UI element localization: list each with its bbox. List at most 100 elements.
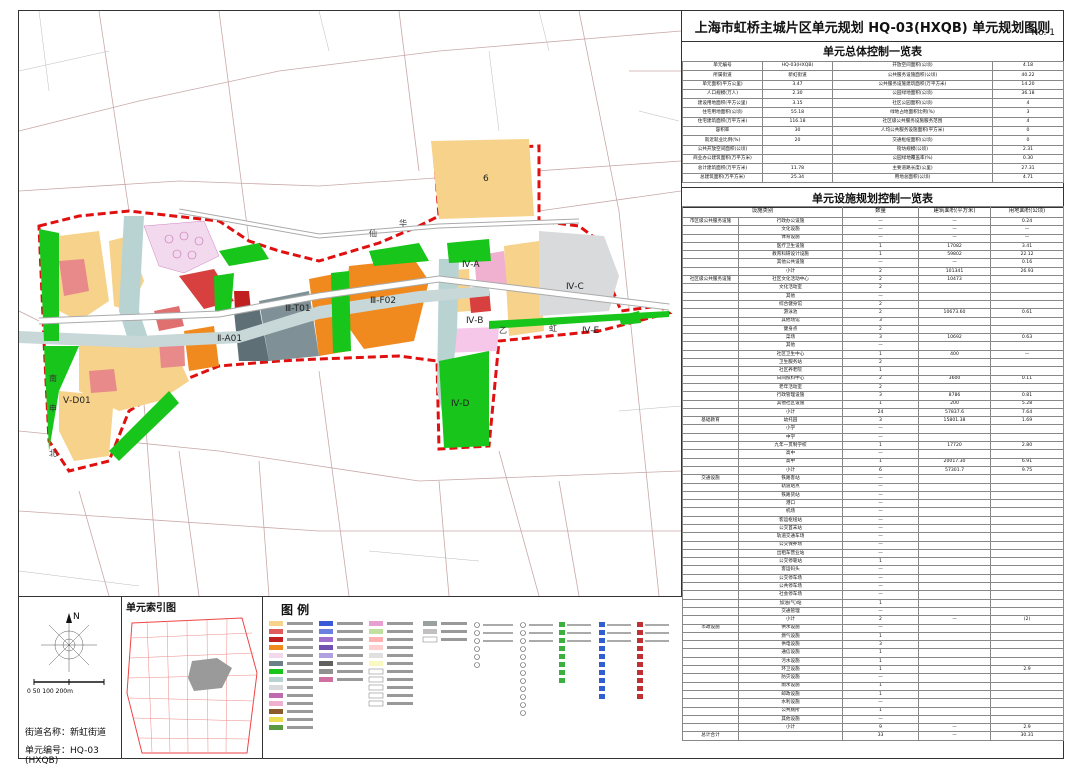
table-cell: 市政设施 [682, 623, 739, 633]
legend-col-4 [422, 621, 438, 643]
table-cell: 单元编号 [682, 60, 763, 72]
table-cell: 客运枢纽站 [737, 515, 844, 526]
table-cell: 101341 [918, 266, 992, 277]
table-header-row: 设施类别 数量 建筑面积(平方米) 用地面积(公顷) [681, 206, 1065, 218]
legend-col-2 [319, 621, 333, 682]
planning-map[interactable]: 6 Ⅲ-F02 Ⅲ-T01 Ⅱ-A01 Ⅳ-A Ⅳ-B Ⅳ-C Ⅳ-D Ⅳ-E … [19, 11, 682, 597]
table-cell: 机场 [737, 507, 844, 517]
table-cell: 铁路货站 [737, 490, 844, 501]
compass-panel: N 0 50 100 200m 街道名称：新虹街道 单元编号：HQ-03 (HX… [19, 597, 122, 766]
table-cell: — [842, 258, 920, 268]
table-row: 行政管理设施 3 8786 0.81 [682, 391, 1065, 401]
table-cell: 街坊规模(公顷) [832, 144, 993, 155]
table-cell: 水利设施 [737, 698, 844, 708]
table-cell: — [990, 233, 1065, 243]
table-cell [762, 153, 833, 165]
table-cell [682, 573, 739, 584]
table-cell: — [842, 590, 920, 600]
table-cell: 加油(气)站 [737, 598, 844, 608]
table-cell: 雨水设施 [737, 681, 844, 691]
table-cell: 200 [918, 399, 992, 409]
table-cell: 医疗卫生设施 [737, 241, 844, 252]
table-cell [682, 449, 739, 459]
table-cell [918, 714, 992, 725]
table-cell [682, 490, 739, 501]
table-cell: 2 [842, 266, 920, 277]
zone-label: Ⅳ-E [582, 326, 600, 336]
table-row: 九年一贯制学校 1 17720 2.80 [682, 440, 1065, 451]
table-cell: 环卫设施 [737, 665, 844, 675]
table-row: 中学 — [682, 432, 1065, 443]
table-cell [990, 689, 1065, 700]
table-row: 客运枢纽站 — [682, 515, 1065, 526]
table-row: 公共厕所 1 [682, 706, 1065, 716]
table-cell [682, 499, 739, 509]
table-cell: 九年一贯制学校 [737, 440, 844, 451]
zone-green[interactable] [214, 273, 234, 311]
table-row: 其他 — [682, 291, 1065, 301]
table-cell: 3.47 [762, 79, 833, 90]
zone-unassigned[interactable] [539, 231, 619, 316]
table-cell [918, 324, 992, 335]
table-row: 社会停车场 — [682, 590, 1065, 600]
table-cell: — [842, 673, 920, 683]
table-cell: 公共开放空间面积(公顷) [682, 144, 763, 155]
index-map[interactable] [122, 613, 262, 758]
table-cell: 36.18 [992, 88, 1064, 100]
table-cell: 20017.30 [918, 457, 992, 467]
table-cell: 所属街道 [682, 70, 763, 81]
table-cell: 高中 [737, 457, 844, 467]
table-cell: 行政管理设施 [737, 391, 844, 401]
table-row: 总计合计 33—30.31 [682, 731, 1065, 741]
table-row: 其他 — [682, 341, 1065, 351]
table-cell: 综合健身馆 [737, 299, 844, 310]
table-row: 邮政设施 1 [682, 689, 1065, 700]
table-cell: 25.34 [762, 172, 833, 183]
table-cell: 8786 [918, 391, 992, 401]
table-cell: 30.31 [990, 731, 1065, 741]
zone-label: Ⅳ-C [566, 282, 584, 292]
overview-table-title: 单元总体控制一览表 [682, 41, 1063, 62]
table-cell: 3600 [918, 374, 992, 384]
table-cell [682, 689, 739, 700]
table-cell: 小计 [737, 465, 844, 476]
table-row: 公交停车场 — [682, 573, 1065, 584]
table-cell: 9 [842, 723, 920, 733]
table-cell [682, 391, 739, 401]
zone-green[interactable] [331, 271, 351, 353]
table-cell: 20 [762, 135, 833, 146]
table-cell [918, 565, 992, 575]
table-cell: 1 [842, 648, 920, 658]
table-row: 文化设施 — — — [682, 225, 1065, 235]
table-row: 所属街道 新虹街道 公共服务设施面积(公顷) 40.22 [682, 70, 1064, 81]
table-cell: 3 [842, 640, 920, 650]
table-cell: 2.80 [990, 440, 1065, 451]
table-cell: 1 [842, 681, 920, 691]
overview-table: 单元编号 HQ-03(HXQB) 开放空间面积(公顷) 4.18 所属街道 新虹街道 公共服… [682, 60, 1064, 183]
table-header-cell: 建筑面积(平方米) [918, 206, 992, 218]
table-cell: 2 [842, 382, 920, 393]
table-cell: 1 [842, 689, 920, 700]
table-cell [990, 432, 1065, 443]
table-cell [682, 656, 739, 667]
table-cell: 就近就业比例(%) [682, 135, 763, 146]
table-row: 日间照料中心 2 3600 0.11 [682, 374, 1065, 384]
table-cell [990, 283, 1065, 293]
table-cell [918, 548, 992, 559]
table-cell: 体育设施 [737, 233, 844, 243]
table-cell: 1 [842, 631, 920, 642]
zone-public[interactable] [89, 369, 117, 393]
table-cell [990, 606, 1065, 617]
zone-public[interactable] [59, 259, 89, 296]
table-cell [682, 407, 739, 418]
table-cell [990, 656, 1065, 667]
table-cell: 57837.6 [918, 407, 992, 418]
table-cell: 1 [842, 241, 920, 252]
table-cell: 轨道交通车场 [737, 532, 844, 542]
north-label: N [73, 612, 80, 622]
table-cell [990, 482, 1065, 492]
table-cell: 10692 [918, 333, 992, 343]
table-row: 轨道交通车场 — [682, 532, 1065, 542]
table-cell: — [842, 216, 920, 227]
table-row: 公交停靠站 1 [682, 557, 1065, 567]
